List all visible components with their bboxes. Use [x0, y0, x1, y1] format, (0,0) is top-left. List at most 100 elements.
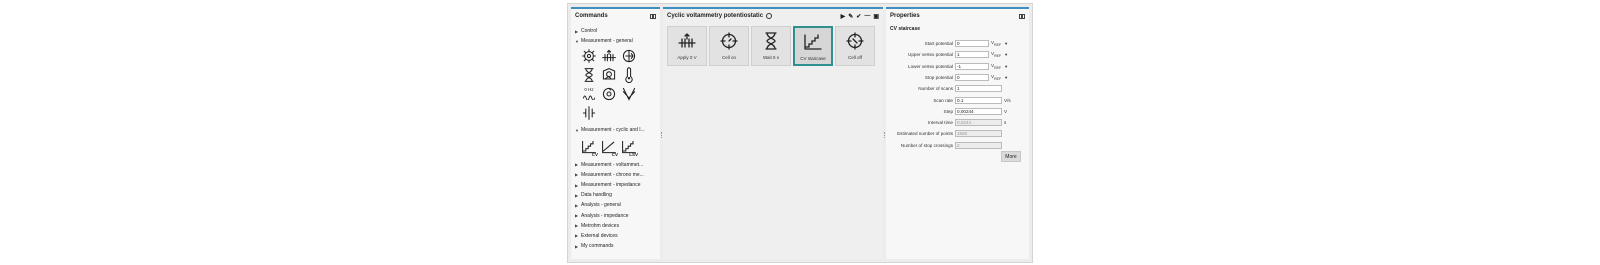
dropdown-arrow-icon[interactable]: ▼ — [1004, 64, 1008, 69]
dropdown-arrow-icon[interactable]: ▼ — [1004, 41, 1008, 46]
settings-icon[interactable] — [766, 13, 773, 19]
tree-group[interactable]: ▶ External devices — [575, 231, 658, 241]
property-input[interactable]: 0,00244 — [955, 107, 1002, 115]
wait-icon[interactable] — [579, 65, 599, 84]
property-row: Lower vertex potential -1 VREF ▼ — [886, 62, 1025, 71]
tree-group[interactable]: ▶ My commands — [575, 241, 658, 251]
icon-tag: CV — [611, 151, 618, 157]
property-input[interactable]: 0 — [955, 40, 989, 47]
step-label: Cell on — [721, 55, 736, 60]
property-input[interactable]: 0 — [955, 73, 989, 81]
tree-group[interactable]: ▶ Analysis - impedance — [575, 211, 658, 221]
property-input[interactable]: 1 — [955, 85, 1002, 93]
minus-icon[interactable]: — — [864, 13, 870, 19]
property-label: Lower vertex potential — [908, 63, 953, 69]
procedure-steps: Apply 0 V Cell on Wait 5 s CV staircase Cell… — [667, 26, 879, 66]
tree-group-label: My commands — [581, 243, 614, 250]
potential-sweep-icon[interactable] — [619, 84, 639, 103]
property-label: Number of stop crossings — [900, 142, 953, 148]
cv-staircase-icon — [803, 28, 823, 56]
apply-potential-icon[interactable] — [599, 46, 619, 65]
tree-group-label: Control — [581, 28, 598, 35]
tree-group[interactable]: ▼ Measurement - general — [575, 36, 658, 46]
temperature-icon[interactable] — [619, 65, 639, 84]
splitter-handle[interactable] — [884, 132, 886, 138]
property-label: Number of scans — [918, 86, 953, 92]
tree-group[interactable]: ▶ Analysis - general — [575, 200, 658, 210]
commands-header: Commands — [571, 9, 660, 23]
step-label: Cell off — [848, 55, 862, 60]
cell-switch-icon[interactable] — [619, 46, 639, 65]
procedure-title: Cyclic voltammetry potentiostatic — [667, 13, 764, 19]
procedure-step-button[interactable]: Cell off — [835, 26, 875, 66]
cell-off-icon — [845, 27, 865, 55]
properties-subtitle: CV staircase — [890, 26, 921, 32]
stirrer-icon[interactable] — [599, 84, 619, 103]
property-label: Upper vertex potential — [908, 52, 953, 58]
tree-group-label: Measurement - voltammet... — [581, 161, 644, 168]
property-input: 2 — [955, 141, 1002, 149]
procedure-header: Cyclic voltammetry potentiostatic ▶ ✎ ✔ … — [663, 9, 883, 23]
tree-group[interactable]: ▶ Control — [575, 26, 658, 36]
property-label: Start potential — [924, 41, 953, 46]
properties-title: Properties — [890, 13, 920, 19]
property-label: Scan rate — [933, 97, 953, 103]
splitter-handle[interactable] — [661, 132, 663, 138]
cv-staircase-icon[interactable]: CV — [579, 136, 599, 158]
tree-group[interactable]: ▶ Data handling — [575, 190, 658, 200]
commands-panel: Commands ▶ Control ▼ Measurement - general 0… — [571, 7, 660, 259]
edit-icon[interactable]: ✎ — [848, 13, 853, 20]
tree-group-label: Measurement - chrono me... — [581, 171, 644, 178]
procedure-step-button[interactable]: CV staircase — [793, 26, 833, 66]
property-input[interactable]: 1 — [955, 51, 989, 59]
play-icon[interactable]: ▶ — [841, 13, 846, 20]
procedure-step-button[interactable]: Wait 5 s — [751, 26, 791, 66]
ohmic-drop-icon[interactable] — [579, 103, 599, 122]
step-label: Apply 0 V — [677, 55, 697, 60]
tree-group[interactable]: ▼ Measurement - cyclic and l... — [575, 125, 658, 135]
dropdown-arrow-icon[interactable]: ▼ — [1004, 52, 1008, 57]
property-input[interactable]: -1 — [955, 62, 989, 70]
frequency-icon[interactable]: 0 Hz — [579, 84, 599, 103]
property-unit: V — [1004, 108, 1008, 114]
unit-sub: REF — [994, 42, 1002, 47]
property-row: Stop potential 0 VREF ▼ — [886, 73, 1025, 82]
general-commands-grid: 0 Hz — [579, 46, 658, 122]
pin-icon[interactable] — [1019, 13, 1025, 19]
icon-tag: CV — [591, 151, 598, 157]
property-row: Step 0,00244 V — [886, 107, 1025, 116]
pin-icon[interactable] — [650, 13, 656, 19]
properties-header: Properties — [886, 9, 1029, 23]
property-row: Number of scans 1 — [886, 84, 1025, 93]
dropdown-arrow-icon[interactable]: ▼ — [1004, 75, 1008, 80]
lsv-staircase-icon[interactable]: LSV — [619, 136, 639, 158]
procedure-step-button[interactable]: Apply 0 V — [667, 26, 707, 66]
tree-group[interactable]: ▶ Measurement - chrono me... — [575, 170, 658, 180]
property-row: Upper vertex potential 1 VREF ▼ — [886, 50, 1025, 59]
tree-group[interactable]: ▶ Measurement - impedance — [575, 180, 658, 190]
property-row: Interval time 0,0244 s — [886, 118, 1025, 127]
tree-group-label: External devices — [581, 232, 618, 239]
check-icon[interactable]: ✔ — [856, 13, 861, 20]
property-unit: VREF — [989, 40, 1001, 47]
property-unit: s — [1004, 120, 1007, 126]
commands-tree: ▶ Control ▼ Measurement - general 0 Hz ▼ Measu… — [575, 26, 658, 251]
tree-group[interactable]: ▶ Measurement - voltammet... — [575, 160, 658, 170]
property-label: Step — [943, 108, 953, 114]
tree-group[interactable]: ▶ Metrohm devices — [575, 221, 658, 231]
property-input: 0,0244 — [955, 119, 1002, 127]
save-icon[interactable]: ▣ — [873, 13, 879, 20]
unit-sub: REF — [994, 65, 1002, 70]
more-button[interactable]: More — [1001, 151, 1021, 162]
record-signal-icon[interactable] — [599, 65, 619, 84]
unit-sub: REF — [994, 54, 1002, 59]
property-input: 1650 — [955, 130, 1002, 138]
autolab-control-icon[interactable] — [579, 46, 599, 65]
property-row: Scan rate 0.1 V/s — [886, 96, 1025, 105]
property-label: Interval time — [927, 120, 953, 126]
cv-linear-icon[interactable]: CV — [599, 136, 619, 158]
property-input[interactable]: 0.1 — [955, 96, 1002, 104]
procedure-toolbar: ▶ ✎ ✔ — ▣ — [841, 13, 879, 20]
property-unit: V/s — [1004, 97, 1011, 103]
procedure-step-button[interactable]: Cell on — [709, 26, 749, 66]
